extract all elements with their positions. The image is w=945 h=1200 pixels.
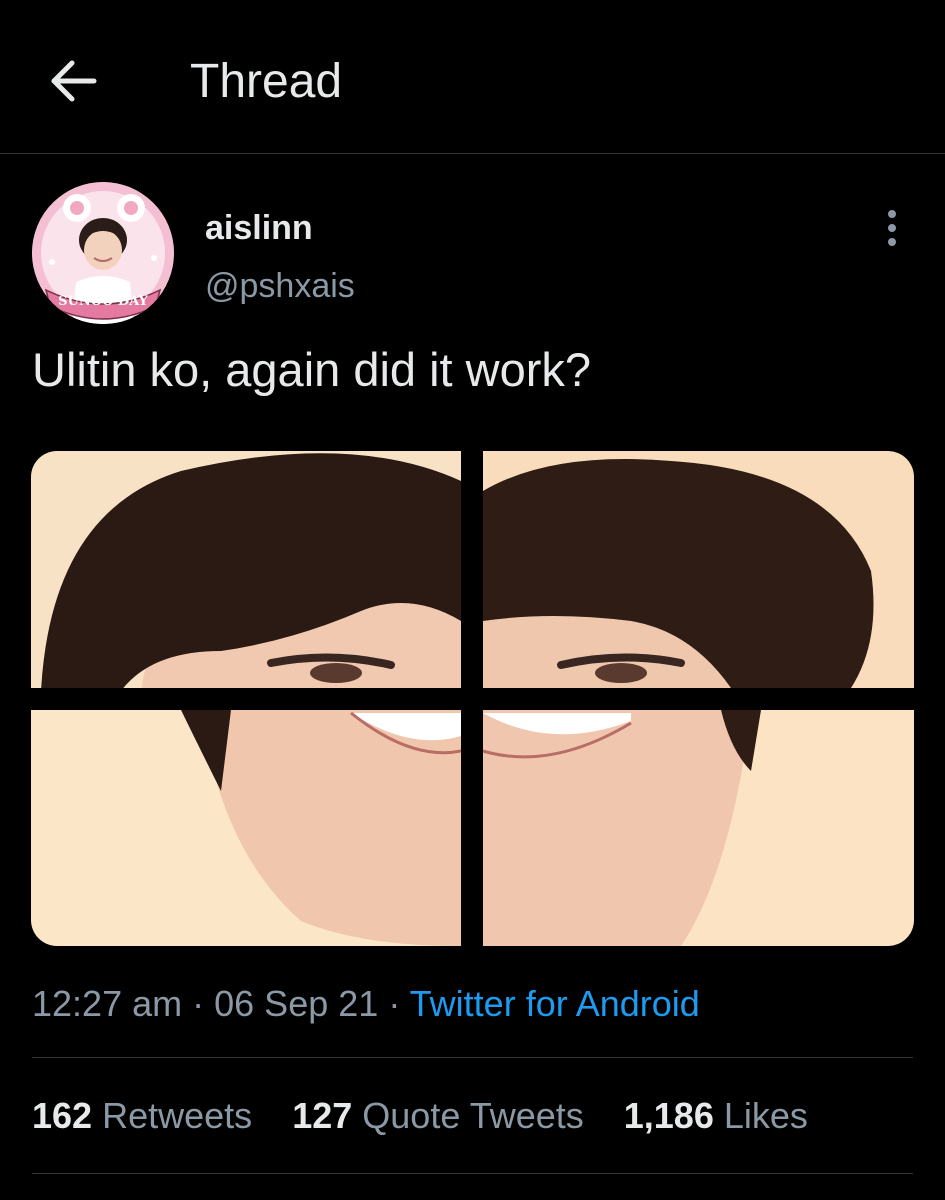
- top-bar: Thread: [0, 0, 945, 154]
- back-button[interactable]: [48, 55, 100, 107]
- photo-bottom-right[interactable]: [483, 710, 914, 946]
- page-title: Thread: [190, 55, 343, 108]
- more-vertical-icon: [888, 210, 896, 246]
- avatar[interactable]: SUNOO DAY: [32, 182, 174, 324]
- separator-dot: ·: [388, 983, 401, 1024]
- tweet-date: 06 Sep 21: [214, 983, 379, 1024]
- author-display-name[interactable]: aislinn: [205, 208, 313, 248]
- likes-label: Likes: [723, 1095, 808, 1136]
- tweet-time: 12:27 am: [32, 983, 183, 1024]
- avatar-image: SUNOO DAY: [32, 182, 174, 324]
- tweet-text: Ulitin ko, again did it work?: [32, 343, 592, 396]
- media-grid[interactable]: [31, 451, 914, 946]
- engagement-stats: 162 Retweets 127 Quote Tweets 1,186 Like…: [32, 1094, 838, 1138]
- divider: [32, 1057, 913, 1058]
- arrow-left-icon: [51, 60, 97, 102]
- separator-dot: ·: [192, 983, 205, 1024]
- quote-tweets-count: 127: [292, 1095, 353, 1136]
- retweets-stat[interactable]: 162 Retweets: [32, 1095, 252, 1136]
- photo-collage: [31, 451, 914, 946]
- more-options-button[interactable]: [872, 206, 912, 250]
- retweets-label: Retweets: [102, 1095, 253, 1136]
- divider: [32, 1173, 913, 1174]
- likes-count: 1,186: [623, 1095, 714, 1136]
- quote-tweets-stat[interactable]: 127 Quote Tweets: [292, 1095, 584, 1136]
- likes-stat[interactable]: 1,186 Likes: [624, 1095, 808, 1136]
- quote-tweets-label: Quote Tweets: [362, 1095, 584, 1136]
- tweet-timestamp: 12:27 am · 06 Sep 21 · Twitter for Andro…: [32, 982, 700, 1026]
- retweets-count: 162: [32, 1095, 93, 1136]
- author-handle[interactable]: @pshxais: [205, 266, 355, 306]
- photo-bottom-left[interactable]: [31, 710, 461, 946]
- tweet-source-link[interactable]: Twitter for Android: [410, 983, 700, 1024]
- avatar-badge-text: SUNOO DAY: [58, 294, 148, 309]
